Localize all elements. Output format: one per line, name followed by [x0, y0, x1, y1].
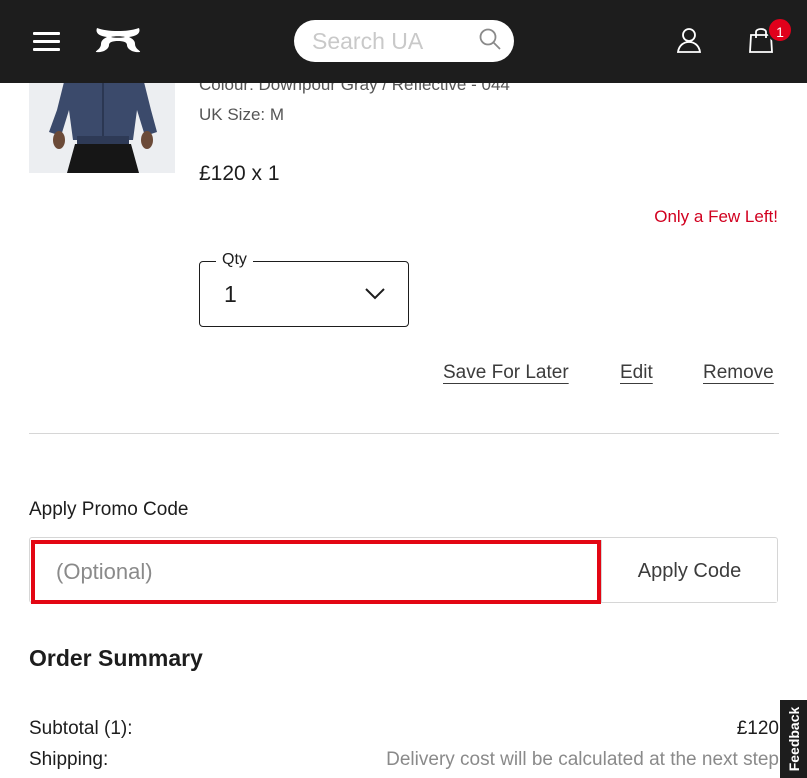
edit-link[interactable]: Edit	[620, 362, 653, 384]
cart-count-badge: 1	[767, 17, 793, 43]
product-price: £120 x 1	[199, 162, 280, 185]
shipping-label: Shipping:	[29, 749, 109, 770]
stock-message: Only a Few Left!	[654, 207, 778, 226]
jacket-image	[29, 70, 175, 173]
search-icon[interactable]	[478, 27, 502, 51]
subtotal-label: Subtotal (1):	[29, 718, 133, 739]
product-image[interactable]	[29, 70, 175, 173]
user-icon[interactable]	[676, 27, 702, 53]
order-summary-title: Order Summary	[29, 645, 203, 671]
search-input[interactable]	[312, 27, 472, 55]
remove-link[interactable]: Remove	[703, 362, 774, 384]
product-size: UK Size: M	[199, 105, 285, 124]
promo-code-input[interactable]	[31, 540, 601, 604]
ua-logo-icon[interactable]	[93, 25, 143, 55]
qty-value: 1	[224, 281, 237, 307]
feedback-tab[interactable]: Feedback	[780, 700, 807, 778]
feedback-label: Feedback	[785, 706, 802, 772]
shipping-value: Delivery cost will be calculated at the …	[386, 749, 779, 770]
divider	[29, 433, 779, 434]
chevron-down-icon	[365, 288, 385, 300]
menu-icon[interactable]	[33, 29, 60, 51]
qty-select[interactable]: 1	[199, 261, 409, 327]
apply-code-button[interactable]: Apply Code	[601, 540, 777, 602]
qty-label: Qty	[216, 251, 253, 269]
subtotal-value: £120	[736, 718, 779, 739]
save-for-later-link[interactable]: Save For Later	[443, 362, 569, 384]
promo-title: Apply Promo Code	[29, 499, 189, 520]
top-header: 1	[0, 0, 807, 83]
